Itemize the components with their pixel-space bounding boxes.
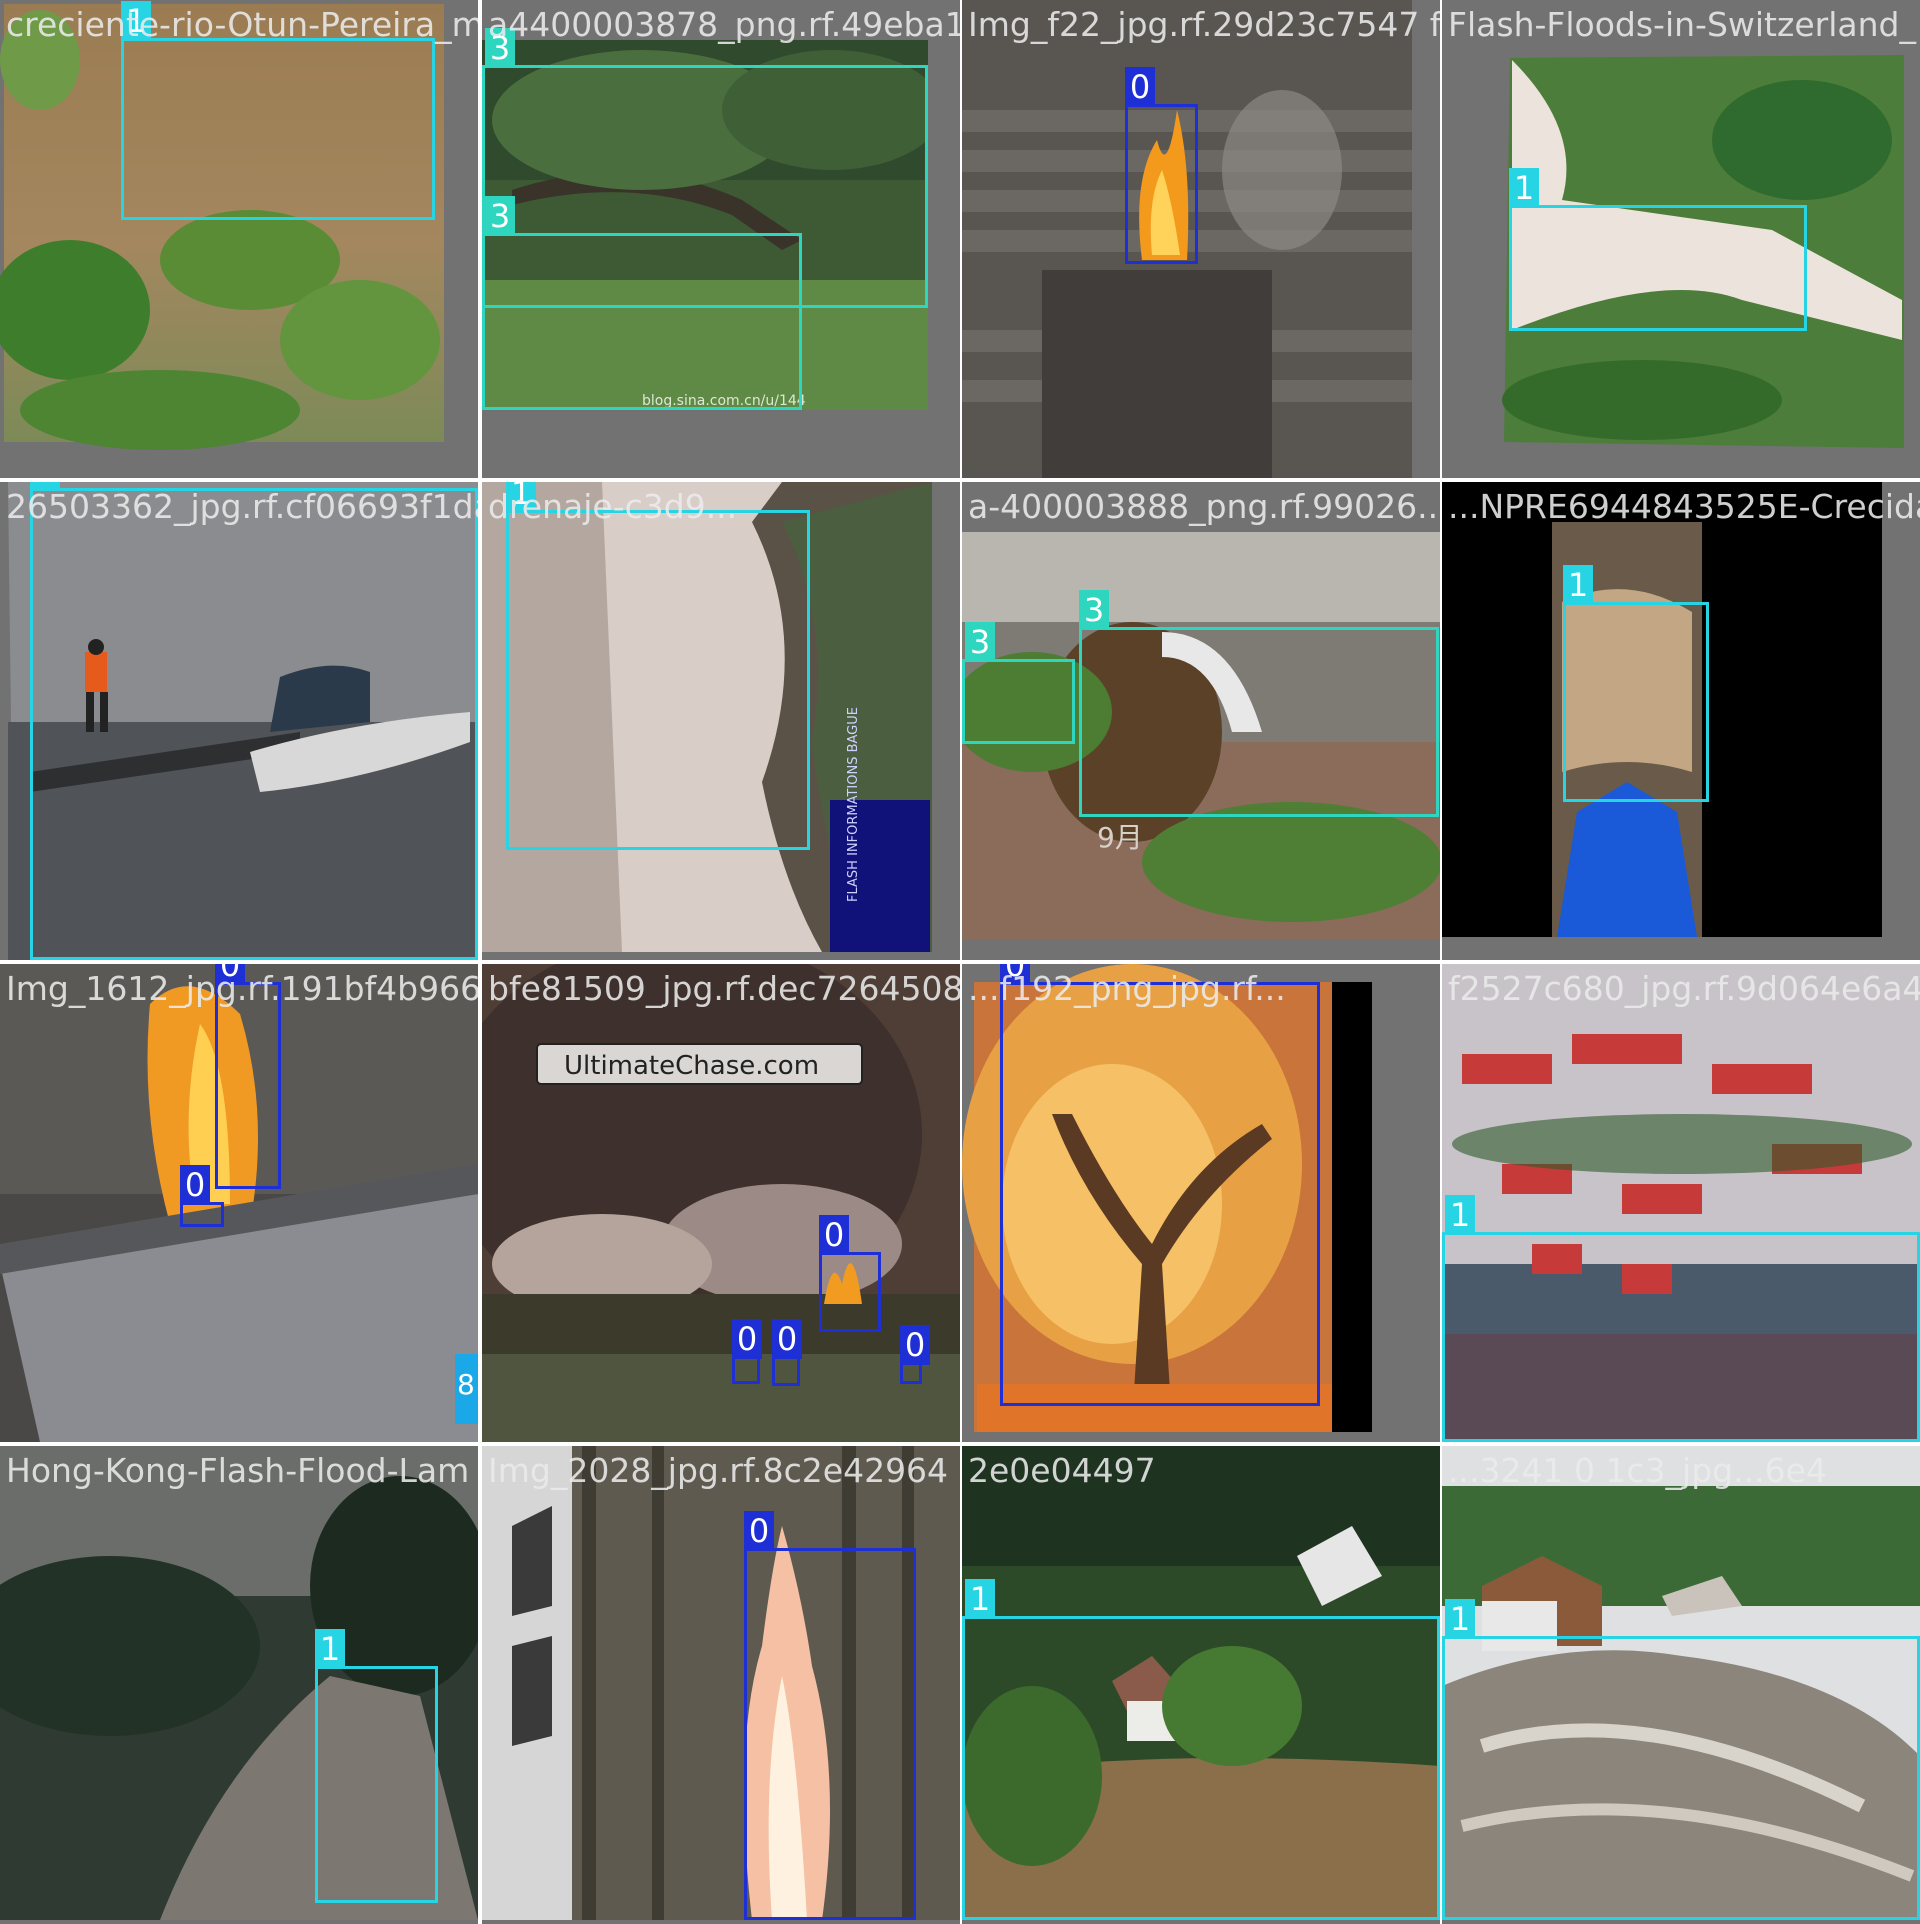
tile-8[interactable]: 8 Img_1612_jpg.rf.191bf4b966b5e81150 1b2… [0, 964, 478, 1442]
tile-filename: Img_2028_jpg.rf.8c2e42964 0c65423145 72b… [488, 1451, 960, 1490]
bbox-flood: 1 [315, 1629, 438, 1903]
tile-filename: 2e0e04497 [968, 1451, 1156, 1490]
class-tag: 1 [1445, 1195, 1475, 1235]
bbox-fire: 0 [1125, 67, 1198, 264]
tile-filename: Img_1612_jpg.rf.191bf4b966b5e81150 1b2f [6, 969, 478, 1008]
class-tag: 0 [1125, 67, 1155, 107]
tile-10[interactable]: ...f192_png_jpg.rf... 0 [962, 964, 1440, 1442]
watermark-text: UltimateChase.com [564, 1051, 819, 1081]
tile-filename: Img_f22_jpg.rf.29d23c7547 f2fc165b083125… [968, 5, 1440, 44]
sign-text: 8 [457, 1368, 475, 1401]
bbox-fire-d: 0 [900, 1325, 930, 1384]
class-tag: 1 [965, 1579, 995, 1619]
bbox-fire: 0 [1000, 964, 1320, 1406]
tile-15[interactable]: ...3241 0 1c3_jpg...6e4 1 [1442, 1446, 1920, 1924]
class-tag: 1 [1445, 1599, 1475, 1639]
tile-filename: Flash-Floods-in-Switzerland_ [1448, 5, 1916, 44]
tile-7[interactable]: ...NPRE6944843525E-Crecida- 1 [1442, 482, 1920, 960]
tile-14[interactable]: 2e0e04497 1 [962, 1446, 1440, 1924]
bbox-tree-main: 3 [1079, 590, 1439, 817]
tile-filename: a4400003878_png.rf.49eba133bfc8f1b35f... [488, 5, 960, 44]
class-tag: 3 [485, 196, 515, 236]
class-tag: 0 [900, 1325, 930, 1365]
class-tag: 0 [744, 1511, 774, 1551]
bbox-fire-b: 0 [732, 1319, 762, 1384]
class-tag: 0 [732, 1319, 762, 1359]
bbox-flood: 1 [30, 482, 478, 960]
tile-3[interactable]: Flash-Floods-in-Switzerland_ 1 [1442, 0, 1920, 478]
bbox-fire-small: 0 [180, 1165, 224, 1227]
tile-filename: a-400003888_png.rf.99026... [968, 487, 1440, 526]
bbox-fire-a: 0 [819, 1215, 881, 1332]
bbox-flood: 1 [1442, 1599, 1920, 1920]
tile-filename: creciente-rio-Otun-Pereira_mp4-0003_jpg.… [6, 5, 478, 44]
tile-1[interactable]: blog.sina.com.cn/u/144 a4400003878_png.r… [482, 0, 960, 478]
class-tag: 3 [965, 622, 995, 662]
tile-filename: f2527c680_jpg.rf.9d064e6a4 [1448, 969, 1920, 1008]
class-tag: 0 [819, 1215, 849, 1255]
sign-text: FLASH INFORMATIONS BAGUE [846, 707, 861, 902]
tile-filename: 26503362_jpg.rf.cf06693f1da... [6, 487, 478, 526]
bbox-flood: 1 [121, 1, 435, 220]
tile-filename: ...f192_png_jpg.rf... [968, 969, 1286, 1008]
bbox-flood: 1 [1442, 1195, 1920, 1442]
tile-13[interactable]: Img_2028_jpg.rf.8c2e42964 0c65423145 72b… [482, 1446, 960, 1924]
class-tag: 3 [1079, 590, 1109, 630]
class-tag: 0 [180, 1165, 210, 1205]
class-tag: 1 [315, 1629, 345, 1669]
bbox-flood: 1 [1509, 168, 1807, 331]
tile-2[interactable]: Img_f22_jpg.rf.29d23c7547 f2fc165b083125… [962, 0, 1440, 478]
class-tag: 1 [1563, 565, 1593, 605]
label-text: 9月 [1097, 821, 1143, 854]
tile-filename: ...NPRE6944843525E-Crecida- [1448, 487, 1920, 526]
tile-4[interactable]: 26503362_jpg.rf.cf06693f1da... 1 [0, 482, 478, 960]
scene-forest-fire: UltimateChase.com [482, 964, 960, 1442]
bbox-tree-lower: 3 [482, 196, 802, 410]
tile-filename: Hong-Kong-Flash-Flood-Lam [6, 1451, 470, 1490]
tile-filename: bfe81509_jpg.rf.dec7264508fe [488, 969, 960, 1008]
scene-temple-fire [962, 0, 1440, 478]
tile-12[interactable]: Hong-Kong-Flash-Flood-Lam 1 [0, 1446, 478, 1924]
bbox-fire-large: 0 [215, 964, 281, 1189]
bbox-flood: 1 [1563, 565, 1709, 802]
class-tag: 0 [772, 1319, 802, 1359]
detection-mosaic: creciente-rio-Otun-Pereira_mp4-0003_jpg.… [0, 0, 1920, 1924]
tile-9[interactable]: UltimateChase.com bfe81509_jpg.rf.dec726… [482, 964, 960, 1442]
tile-filename: drenaje-c3d9... [488, 487, 738, 526]
bbox-fire-c: 0 [772, 1319, 802, 1386]
bbox-tree-left: 3 [962, 622, 1075, 744]
tile-filename: ...3241 0 1c3_jpg...6e4 [1448, 1451, 1827, 1490]
class-tag: 1 [1509, 168, 1539, 208]
tile-11[interactable]: f2527c680_jpg.rf.9d064e6a4 1 [1442, 964, 1920, 1442]
bbox-flood: 1 [962, 1579, 1440, 1920]
bbox-fire: 0 [744, 1511, 916, 1920]
tile-5[interactable]: FLASH INFORMATIONS BAGUE drenaje-c3d9...… [482, 482, 960, 960]
tile-0[interactable]: creciente-rio-Otun-Pereira_mp4-0003_jpg.… [0, 0, 478, 478]
tile-6[interactable]: 9月 a-400003888_png.rf.99026... 3 3 [962, 482, 1440, 960]
bbox-flood: 1 [506, 482, 810, 850]
